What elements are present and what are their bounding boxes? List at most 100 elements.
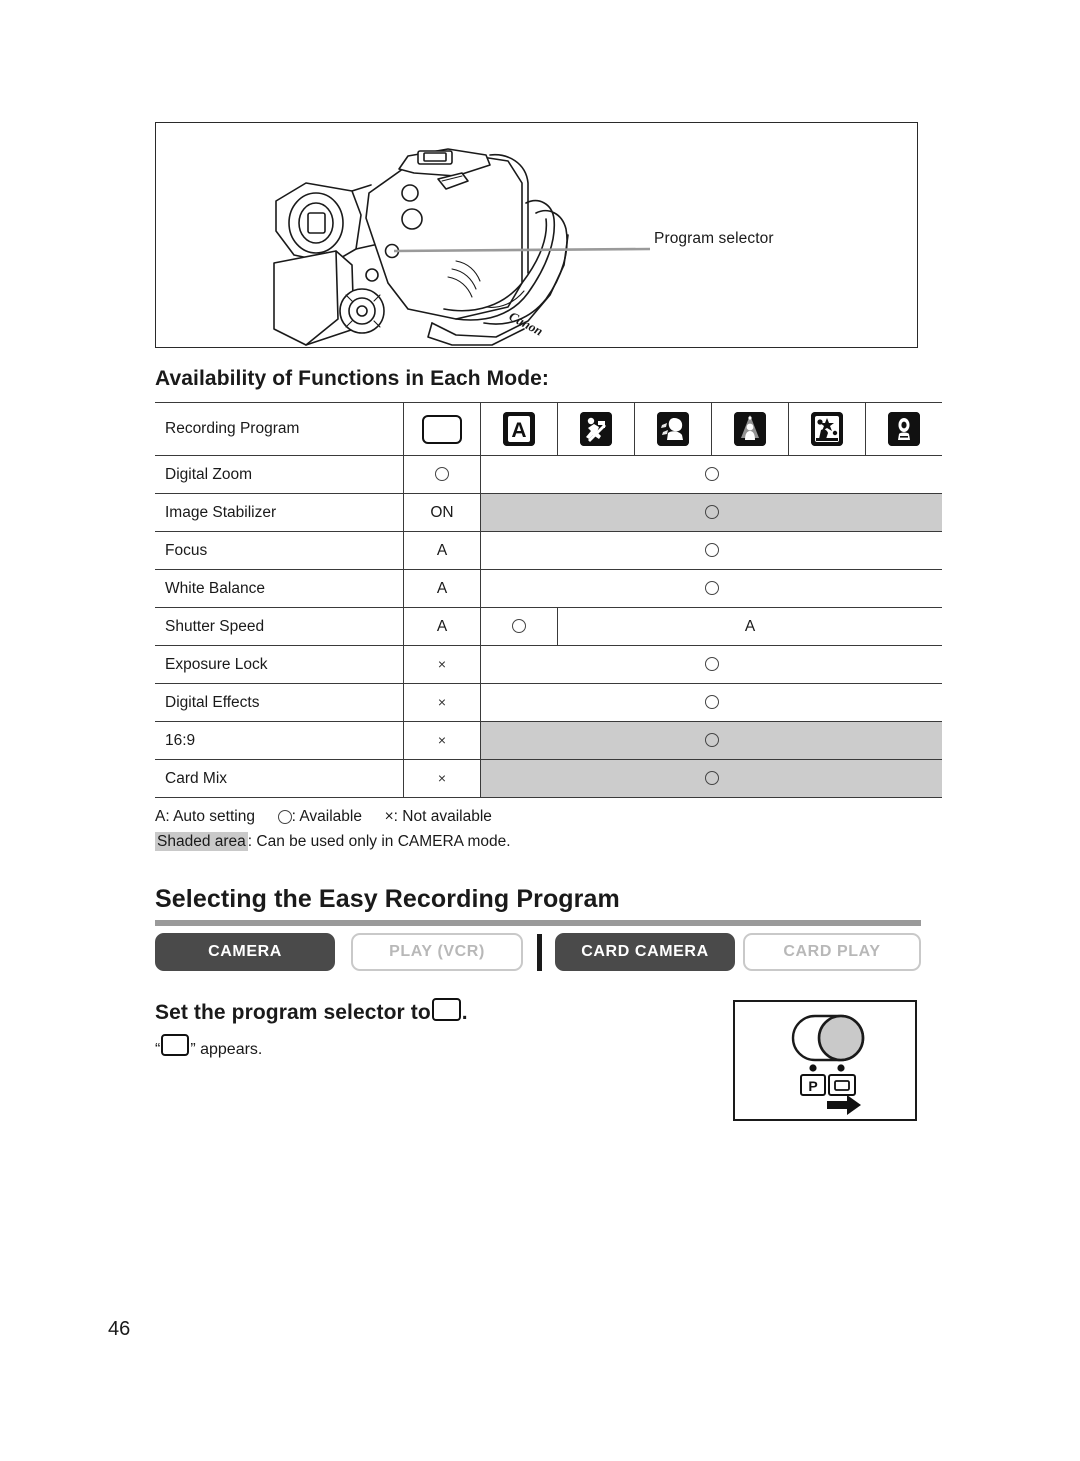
column-header-portrait xyxy=(634,402,712,456)
availability-heading: Availability of Functions in Each Mode: xyxy=(155,367,549,390)
cell-easy-recording: ON xyxy=(403,493,481,532)
auto-A-icon: A xyxy=(503,412,535,446)
manual-page: Canon Program selector Availability of F… xyxy=(0,0,1080,1461)
step-heading-text: Set the program selector to xyxy=(155,1001,431,1024)
step-subtext-close: ” appears. xyxy=(190,1041,263,1058)
mode-badge-camera[interactable]: CAMERA xyxy=(155,933,335,971)
legend-shaded-text: : Can be used only in CAMERA mode. xyxy=(247,833,511,850)
cell-auto xyxy=(480,607,558,646)
cell-other-programs: A xyxy=(557,607,942,646)
row-label: White Balance xyxy=(155,569,404,608)
program-selector-diagram-box: P xyxy=(733,1000,917,1121)
cell-other-programs xyxy=(480,645,942,684)
selector-position-p-label: P xyxy=(808,1078,817,1094)
available-circle-icon xyxy=(704,657,719,672)
step-subtext: “ ” appears. xyxy=(155,1034,262,1059)
column-header-sand-and-snow xyxy=(788,402,866,456)
mode-badge-card-camera[interactable]: CARD CAMERA xyxy=(555,933,735,971)
available-circle-icon xyxy=(704,581,719,596)
available-circle-icon xyxy=(512,619,526,634)
row-label: 16:9 xyxy=(155,721,404,760)
cell-easy-recording xyxy=(403,455,481,494)
available-circle-icon xyxy=(704,467,719,482)
mode-badge-divider xyxy=(537,934,542,971)
row-label: Digital Zoom xyxy=(155,455,404,494)
low-light-icon xyxy=(888,412,920,446)
page-number: 46 xyxy=(108,1318,131,1340)
camcorder-line-drawing: Canon xyxy=(273,148,651,346)
spotlight-icon xyxy=(734,412,766,446)
available-circle-icon xyxy=(704,543,719,558)
cell-other-programs-shaded xyxy=(480,493,942,532)
column-header-spotlight xyxy=(711,402,789,456)
table-row-16-9: 16:9 × xyxy=(155,721,942,760)
blank-rectangle-icon xyxy=(161,1034,190,1056)
mode-badge-card-play[interactable]: CARD PLAY xyxy=(743,933,921,971)
cell-other-programs-shaded xyxy=(480,721,942,760)
row-label: Shutter Speed xyxy=(155,607,404,646)
svg-text:A: A xyxy=(511,419,526,442)
row-label: Recording Program xyxy=(155,402,404,456)
program-selector-switch: P xyxy=(791,1014,865,1115)
cell-easy-recording: × xyxy=(403,645,481,684)
legend-shaded-tag: Shaded area xyxy=(155,832,248,851)
available-circle-icon xyxy=(277,809,292,824)
available-circle-icon xyxy=(704,771,719,786)
table-row-focus: Focus A xyxy=(155,531,942,570)
cell-easy-recording: A xyxy=(403,531,481,570)
row-label: Digital Effects xyxy=(155,683,404,722)
available-circle-icon xyxy=(435,467,449,482)
title-underline-rule xyxy=(155,920,921,926)
column-header-low-light xyxy=(865,402,942,456)
available-circle-icon xyxy=(704,695,719,710)
step-subtext-open-quote: “ xyxy=(155,1041,161,1058)
available-circle-icon xyxy=(704,733,719,748)
sports-icon xyxy=(580,412,612,446)
table-row-recording-program: Recording Program A xyxy=(155,402,942,456)
cell-other-programs xyxy=(480,531,942,570)
mode-badge-bar: CAMERA PLAY (VCR) CARD CAMERA CARD PLAY xyxy=(155,933,921,973)
cell-easy-recording: × xyxy=(403,683,481,722)
table-row-digital-effects: Digital Effects × xyxy=(155,683,942,722)
right-arrow-icon xyxy=(827,1095,861,1115)
table-row-card-mix: Card Mix × xyxy=(155,759,942,798)
step-heading-period: . xyxy=(461,1001,468,1024)
portrait-icon xyxy=(657,412,689,446)
page-title: Selecting the Easy Recording Program xyxy=(155,885,620,913)
row-label: Card Mix xyxy=(155,759,404,798)
legend-auto: A: Auto setting xyxy=(155,808,255,825)
legend-available: : Available xyxy=(291,808,362,825)
row-label: Image Stabilizer xyxy=(155,493,404,532)
table-row-image-stabilizer: Image Stabilizer ON xyxy=(155,493,942,532)
not-available-x-icon: × xyxy=(437,732,447,749)
table-legend: A: Auto setting : Available ×: Not avail… xyxy=(155,805,511,854)
cell-easy-recording: A xyxy=(403,569,481,608)
legend-not-available: ×: Not available xyxy=(384,808,492,825)
cell-easy-recording: × xyxy=(403,759,481,798)
row-label: Exposure Lock xyxy=(155,645,404,684)
cell-other-programs xyxy=(480,569,942,608)
camcorder-illustration-box: Canon Program selector xyxy=(155,122,918,348)
table-row-exposure-lock: Exposure Lock × xyxy=(155,645,942,684)
not-available-x-icon: × xyxy=(437,656,447,673)
availability-table: Recording Program A Digital Zoom Image S… xyxy=(155,402,942,798)
sand-and-snow-icon xyxy=(811,412,843,446)
column-header-auto: A xyxy=(480,402,558,456)
cell-easy-recording: × xyxy=(403,721,481,760)
blank-rectangle-icon xyxy=(431,998,461,1021)
blank-rectangle-icon xyxy=(422,414,462,444)
not-available-x-icon: × xyxy=(437,694,447,711)
table-row-white-balance: White Balance A xyxy=(155,569,942,608)
column-header-sports xyxy=(557,402,635,456)
cell-other-programs xyxy=(480,683,942,722)
step-heading: Set the program selector to. xyxy=(155,998,468,1025)
callout-label-program-selector: Program selector xyxy=(654,230,774,247)
table-row-shutter-speed: Shutter Speed A A xyxy=(155,607,942,646)
not-available-x-icon: × xyxy=(437,770,447,787)
available-circle-icon xyxy=(704,505,719,520)
table-row-digital-zoom: Digital Zoom xyxy=(155,455,942,494)
mode-badge-play-vcr[interactable]: PLAY (VCR) xyxy=(351,933,523,971)
row-label: Focus xyxy=(155,531,404,570)
cell-easy-recording: A xyxy=(403,607,481,646)
cell-other-programs xyxy=(480,455,942,494)
